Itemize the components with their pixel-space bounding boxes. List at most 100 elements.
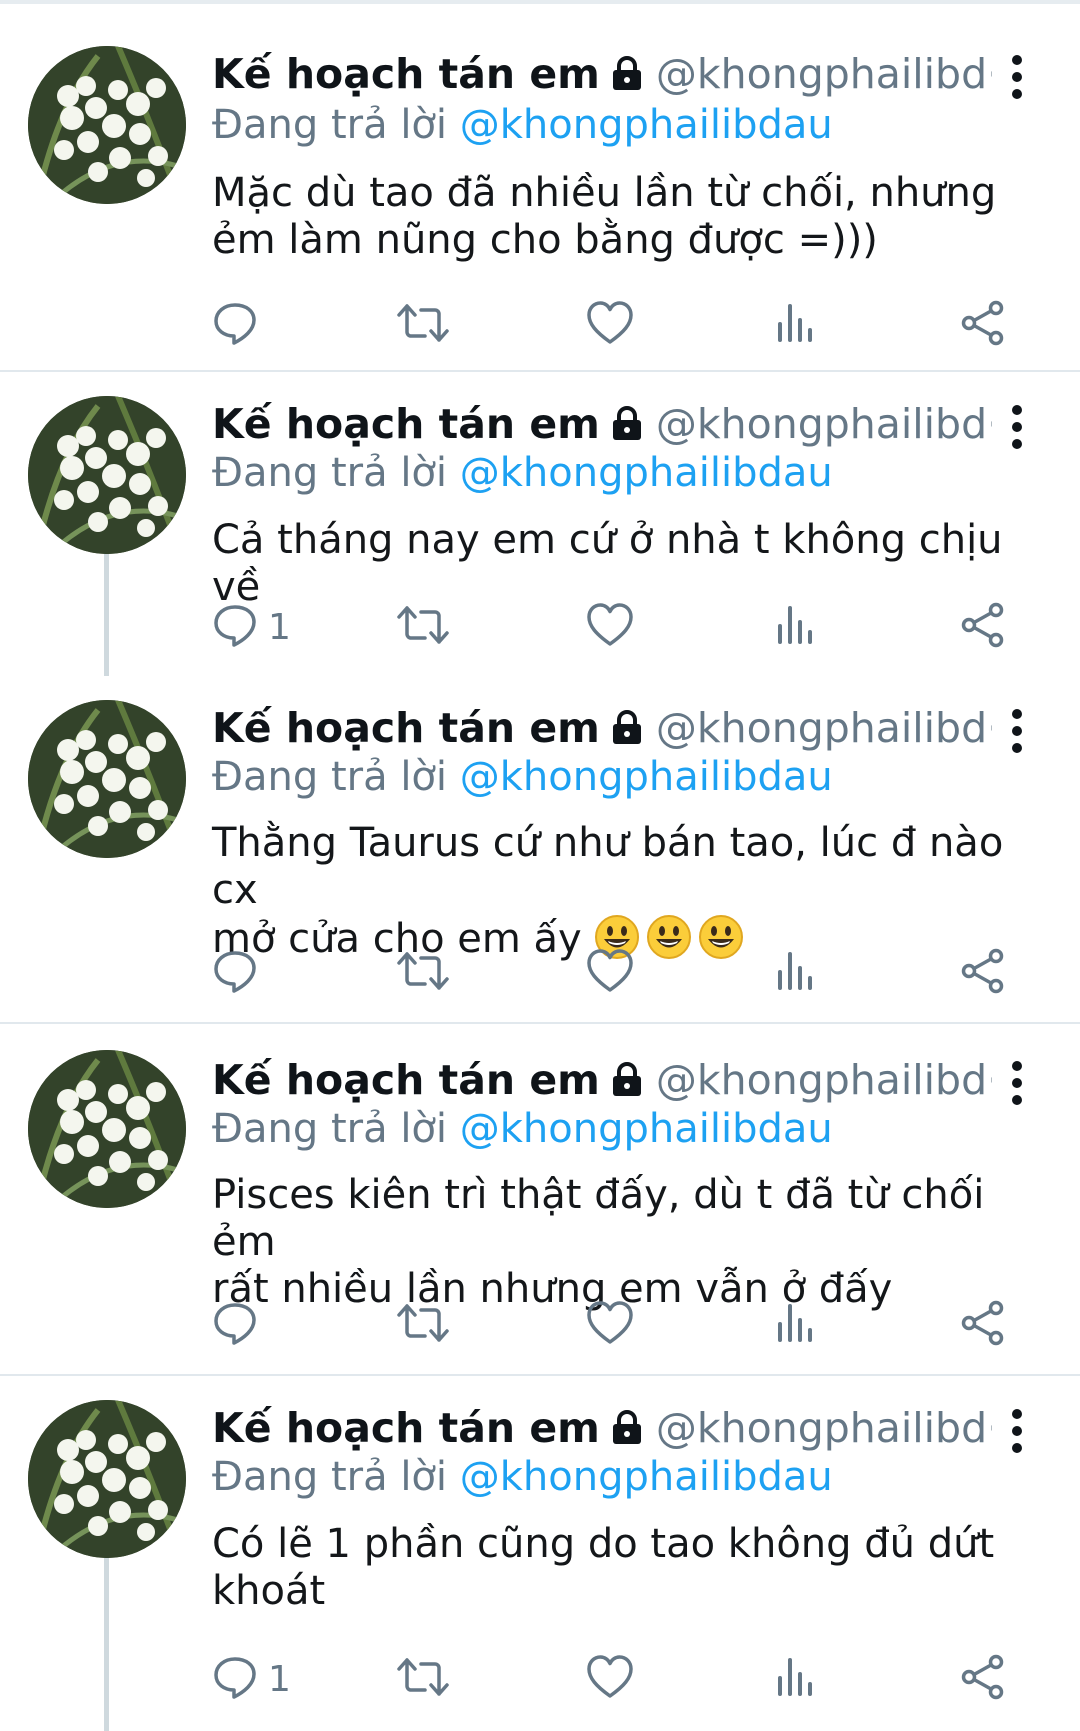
tweet-4[interactable]: Kế hoạch tán em @khongphailibd··· Đang tr… (0, 1024, 1080, 1376)
retweet-button[interactable] (397, 1300, 449, 1350)
retweet-icon (397, 1300, 449, 1350)
more-vertical-icon[interactable] (1000, 400, 1034, 460)
author-handle[interactable]: @khongphailibd (656, 1404, 987, 1452)
author-name[interactable]: Kế hoạch tán em (212, 1056, 600, 1104)
author-name[interactable]: Kế hoạch tán em (212, 704, 600, 752)
tweet-text: Pisces kiên trì thật đấy, dù t đã từ chố… (212, 1172, 1052, 1313)
more-vertical-icon[interactable] (1000, 1056, 1034, 1116)
reply-prefix: Đang trả lời (212, 450, 448, 496)
analytics-button[interactable] (776, 948, 816, 998)
share-button[interactable] (960, 1654, 1006, 1704)
tweet-3[interactable]: Kế hoạch tán em @khongphailibd··· Đang tr… (0, 676, 1080, 1024)
more-vertical-icon[interactable] (1000, 1404, 1034, 1464)
tweet-text-line: Pisces kiên trì thật đấy, dù t đã từ chố… (212, 1172, 985, 1265)
retweet-button[interactable] (397, 948, 449, 998)
analytics-icon (776, 602, 816, 652)
tweet-text-line: Mặc dù tao đã nhiều lần từ chối, nhưng (212, 170, 997, 216)
tweet-text-line: Có lẽ 1 phần cũng do tao không đủ dứt (212, 1521, 995, 1567)
tweet-header: Kế hoạch tán em @khongphailibd··· (212, 398, 992, 450)
reply-mention[interactable]: @khongphailibdau (460, 450, 833, 496)
reply-prefix: Đang trả lời (212, 1454, 448, 1500)
tweet-text-line: ẻm làm nũng cho bằng được =))) (212, 217, 878, 263)
author-name[interactable]: Kế hoạch tán em (212, 400, 600, 448)
tweet-text: Cả tháng nay em cứ ở nhà t không chịu về (212, 517, 1052, 611)
retweet-icon (397, 300, 449, 350)
author-name[interactable]: Kế hoạch tán em (212, 1404, 600, 1452)
share-button[interactable] (960, 1300, 1006, 1350)
tweet-5[interactable]: Kế hoạch tán em @khongphailibd··· Đang tr… (0, 1376, 1080, 1731)
author-handle[interactable]: @khongphailibd (656, 1056, 987, 1104)
reply-prefix: Đang trả lời (212, 754, 448, 800)
heart-icon (586, 602, 634, 652)
reply-count: 1 (268, 1658, 291, 1700)
tweet-2[interactable]: Kế hoạch tán em @khongphailibd··· Đang tr… (0, 372, 1080, 676)
avatar[interactable] (28, 1050, 186, 1208)
truncation-ellipsis: ··· (987, 1056, 992, 1104)
more-vertical-icon[interactable] (1000, 704, 1034, 764)
analytics-button[interactable] (776, 1654, 816, 1704)
reply-mention[interactable]: @khongphailibdau (460, 1106, 833, 1152)
reply-button[interactable] (212, 300, 268, 350)
replying-to: Đang trả lời @khongphailibdau (212, 448, 833, 498)
author-handle[interactable]: @khongphailibd (656, 50, 987, 98)
like-button[interactable] (586, 602, 634, 652)
author-handle[interactable]: @khongphailibd (656, 400, 987, 448)
like-button[interactable] (586, 300, 634, 350)
author-name[interactable]: Kế hoạch tán em (212, 50, 600, 98)
reply-button[interactable]: 1 (212, 602, 291, 652)
retweet-button[interactable] (397, 1654, 449, 1704)
analytics-button[interactable] (776, 602, 816, 652)
like-button[interactable] (586, 1654, 634, 1704)
share-icon (960, 602, 1006, 652)
lock-icon (608, 401, 646, 450)
truncation-ellipsis: ··· (987, 400, 992, 448)
reply-button[interactable] (212, 1300, 268, 1350)
avatar[interactable] (28, 46, 186, 204)
tweet-text: Mặc dù tao đã nhiều lần từ chối, nhưng ẻ… (212, 170, 1052, 264)
tweet-1[interactable]: Kế hoạch tán em @khongphailibd··· Đang tr… (0, 4, 1080, 372)
share-button[interactable] (960, 300, 1006, 350)
more-vertical-icon[interactable] (1000, 50, 1034, 110)
analytics-icon (776, 948, 816, 998)
truncation-ellipsis: ··· (987, 704, 992, 752)
share-icon (960, 1654, 1006, 1704)
author-handle[interactable]: @khongphailibd (656, 704, 987, 752)
heart-icon (586, 1300, 634, 1350)
retweet-button[interactable] (397, 602, 449, 652)
share-button[interactable] (960, 602, 1006, 652)
reply-mention[interactable]: @khongphailibdau (460, 102, 833, 148)
analytics-button[interactable] (776, 300, 816, 350)
replying-to: Đang trả lời @khongphailibdau (212, 1104, 833, 1154)
truncation-ellipsis: ··· (987, 1404, 992, 1452)
like-button[interactable] (586, 948, 634, 998)
action-bar (0, 1300, 1080, 1350)
reply-button[interactable]: 1 (212, 1654, 291, 1704)
reply-mention[interactable]: @khongphailibdau (460, 754, 833, 800)
share-button[interactable] (960, 948, 1006, 998)
lock-icon (608, 1405, 646, 1454)
reply-button[interactable] (212, 948, 268, 998)
tweet-header: Kế hoạch tán em @khongphailibd··· (212, 1402, 992, 1454)
retweet-button[interactable] (397, 300, 449, 350)
tweet-text-line: Cả tháng nay em cứ ở nhà t không chịu về (212, 517, 1003, 610)
avatar[interactable] (28, 1400, 186, 1558)
truncation-ellipsis: ··· (987, 50, 992, 98)
avatar[interactable] (28, 396, 186, 554)
lock-icon (608, 705, 646, 754)
replying-to: Đang trả lời @khongphailibdau (212, 752, 833, 802)
replying-to: Đang trả lời @khongphailibdau (212, 100, 833, 150)
tweet-text: Có lẽ 1 phần cũng do tao không đủ dứt kh… (212, 1521, 1052, 1615)
tweet-header: Kế hoạch tán em @khongphailibd··· (212, 48, 992, 100)
analytics-icon (776, 1300, 816, 1350)
avatar[interactable] (28, 700, 186, 858)
reply-icon (212, 1654, 258, 1704)
analytics-icon (776, 1654, 816, 1704)
analytics-button[interactable] (776, 1300, 816, 1350)
reply-prefix: Đang trả lời (212, 1106, 448, 1152)
share-icon (960, 1300, 1006, 1350)
like-button[interactable] (586, 1300, 634, 1350)
action-bar (0, 300, 1080, 350)
reply-mention[interactable]: @khongphailibdau (460, 1454, 833, 1500)
reply-count: 1 (268, 606, 291, 648)
reply-icon (212, 602, 258, 652)
